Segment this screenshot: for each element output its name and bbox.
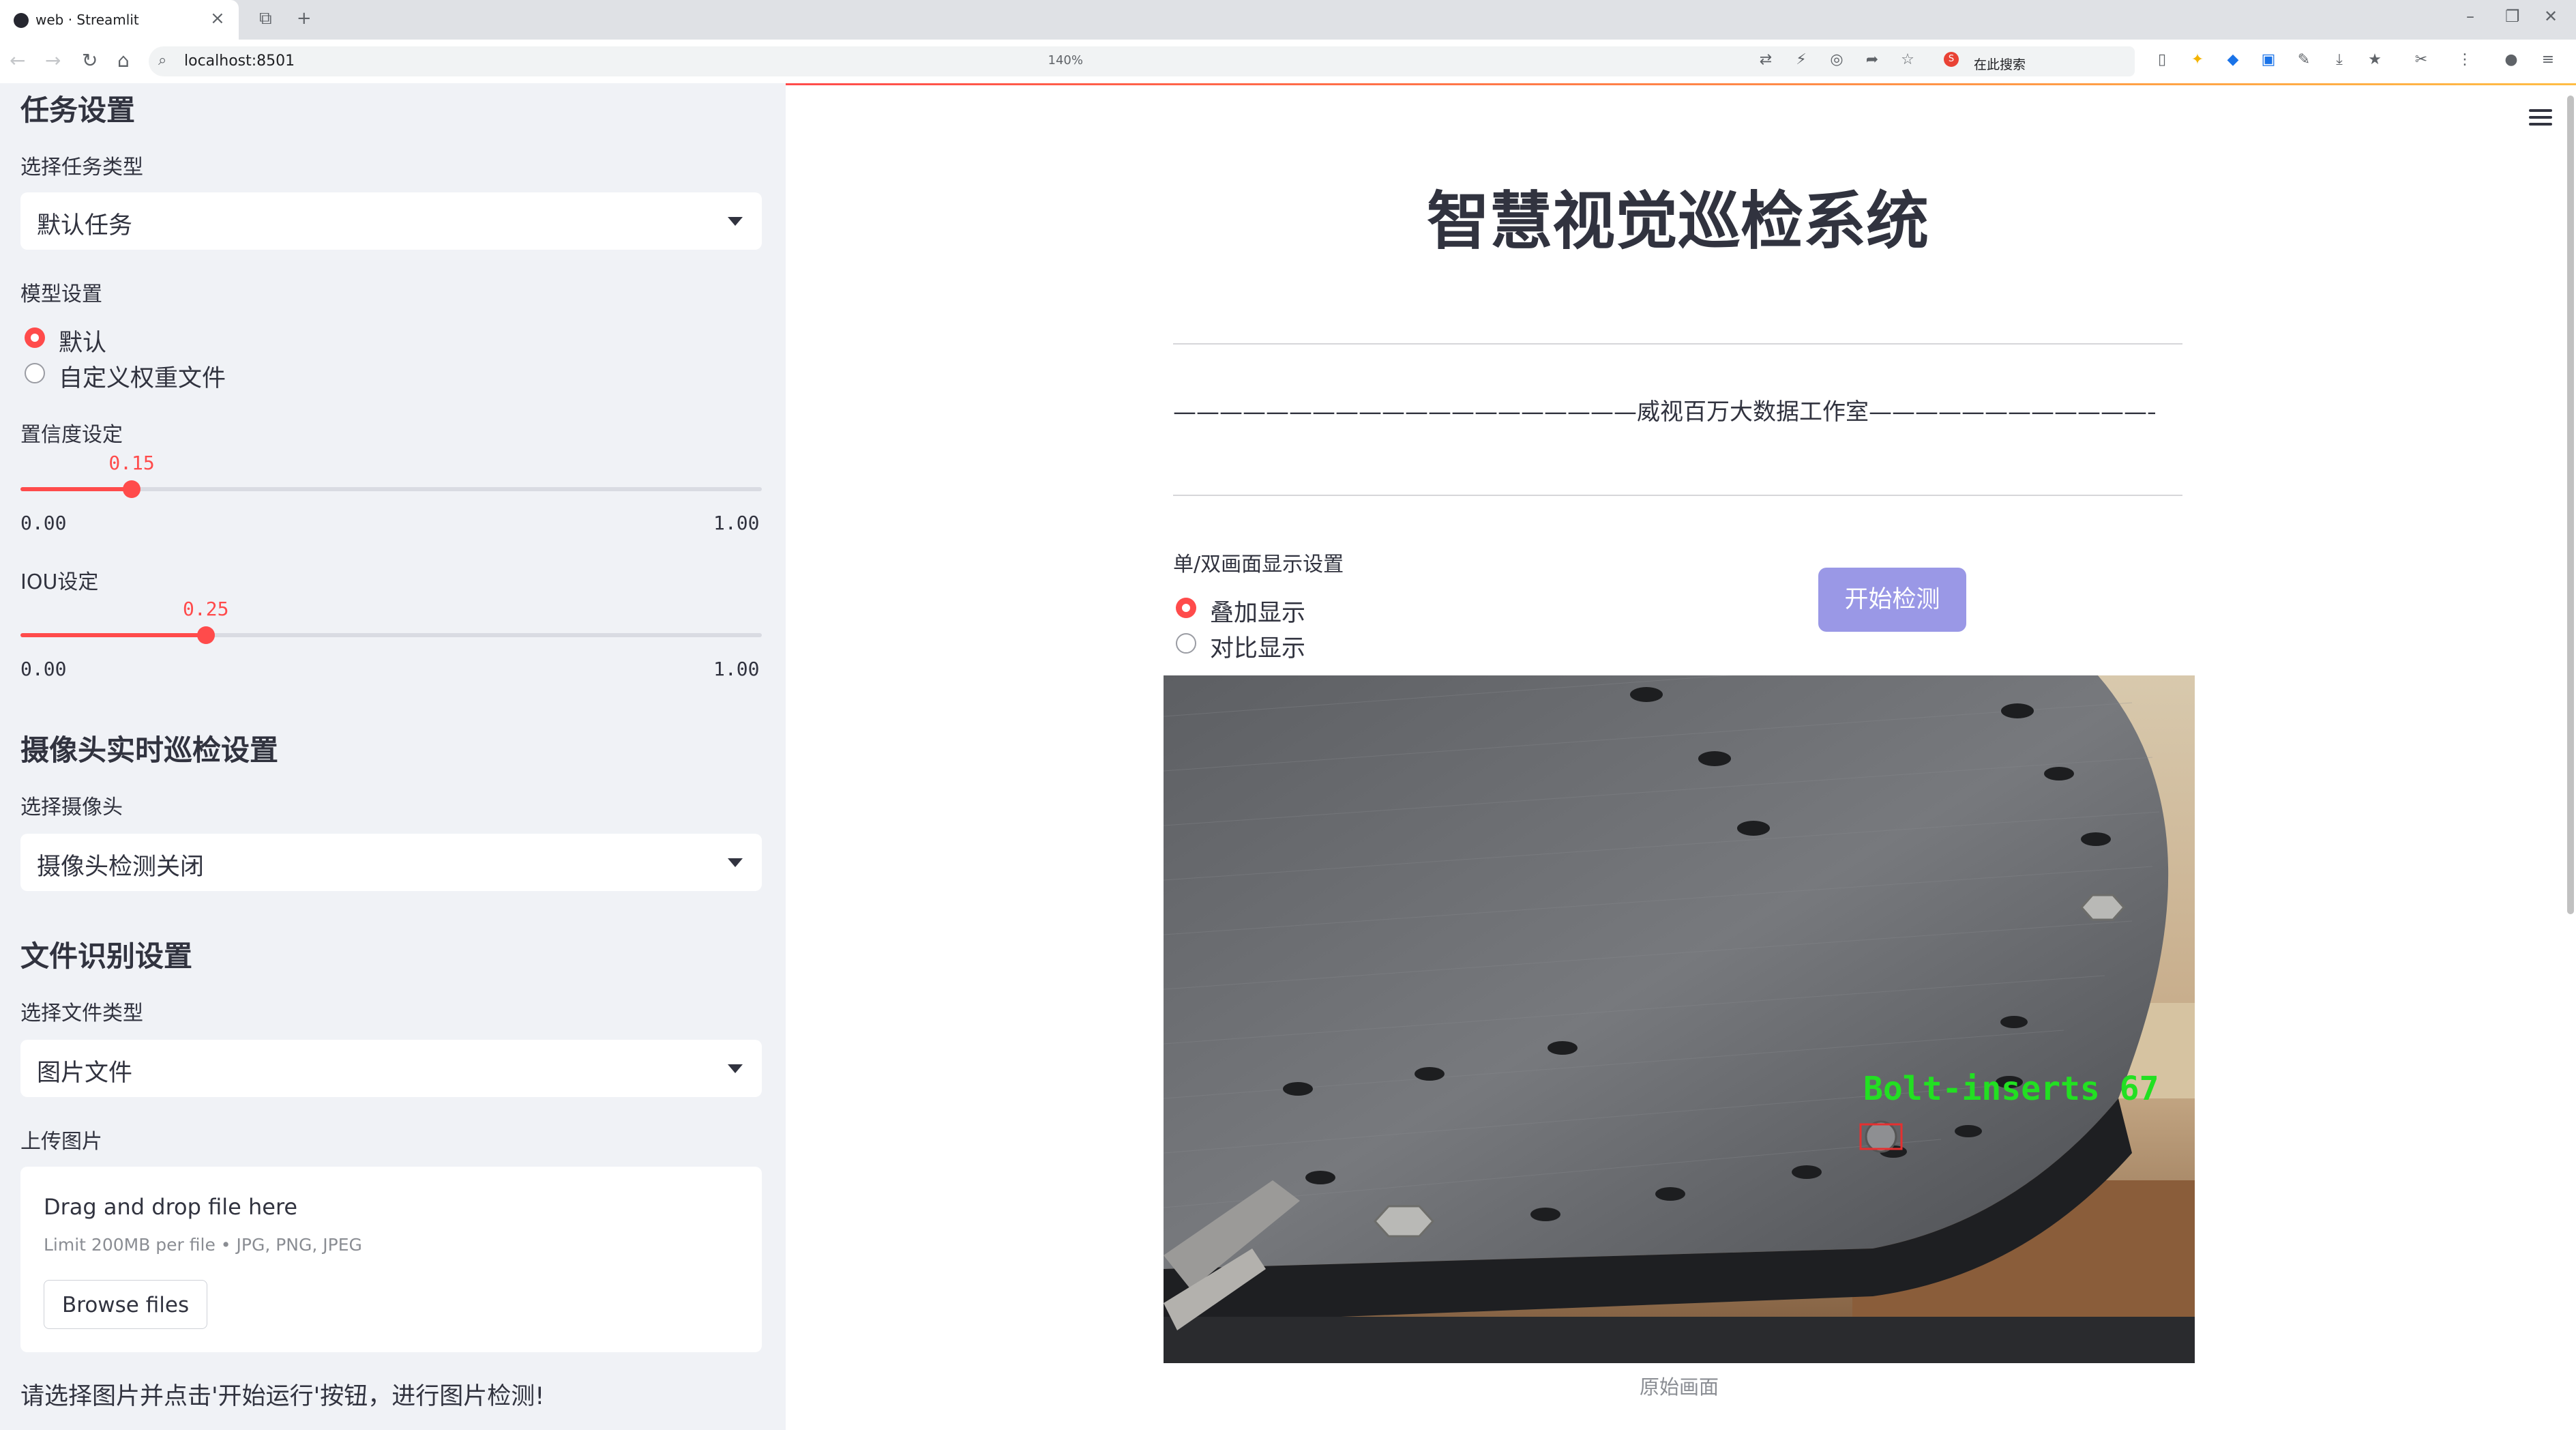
confidence-max: 1.00 — [713, 512, 760, 534]
file-type-select[interactable]: 图片文件 — [20, 1040, 762, 1097]
task-settings-heading: 任务设置 — [20, 93, 136, 127]
iou-slider[interactable]: 0.25 — [20, 598, 762, 644]
detection-label: Bolt-inserts 67 — [1863, 1070, 2159, 1108]
radio-unselected-icon — [1176, 633, 1196, 654]
forward-icon[interactable]: → — [45, 49, 61, 72]
search-engine-icon[interactable]: S — [1944, 52, 1959, 67]
tab-title: web · Streamlit — [35, 12, 139, 28]
browser-menu-icon[interactable]: ≡ — [2538, 50, 2558, 70]
browser-tabstrip: web · Streamlit × ⧉ + – ❐ ✕ — [0, 0, 2576, 40]
browser-tab[interactable]: web · Streamlit × — [0, 0, 239, 40]
home-icon[interactable]: ⌂ — [117, 49, 130, 72]
app-menu-icon[interactable] — [2529, 109, 2552, 130]
camera-settings-heading: 摄像头实时巡检设置 — [20, 733, 279, 767]
sidebar-instruction: 请选择图片并点击'开始运行'按钮，进行图片检测! — [20, 1383, 545, 1410]
confidence-min: 0.00 — [20, 512, 67, 534]
window-close-icon[interactable]: ✕ — [2544, 7, 2558, 26]
more-menu-icon[interactable]: ⋮ — [2455, 50, 2474, 70]
chevron-down-icon — [728, 1064, 743, 1073]
ai-assistant-icon[interactable]: ✦ — [2188, 50, 2207, 70]
upload-drop-text: Drag and drop file here — [44, 1194, 298, 1220]
pen-icon[interactable]: ✎ — [2294, 50, 2313, 70]
profile-avatar-icon[interactable]: ● — [2502, 50, 2521, 70]
tab-icons-group: ⧉ + — [259, 8, 312, 29]
translate-extension-icon[interactable]: ▣ — [2259, 50, 2278, 70]
tab-close-icon[interactable]: × — [210, 8, 225, 29]
restore-icon[interactable]: ❐ — [2505, 7, 2520, 26]
bookmark-star-icon[interactable]: ☆ — [1898, 50, 1917, 70]
camera-select[interactable]: 摄像头检测关闭 — [20, 834, 762, 891]
scissors-icon[interactable]: ✂ — [2412, 50, 2431, 70]
share-icon[interactable]: ➦ — [1863, 50, 1882, 70]
file-uploader-dropzone[interactable]: Drag and drop file here Limit 200MB per … — [20, 1167, 762, 1352]
lightning-icon[interactable]: ⚡ — [1792, 50, 1811, 70]
browse-files-button[interactable]: Browse files — [44, 1280, 208, 1329]
streamlit-favicon-icon — [14, 13, 29, 28]
browser-toolbar: ← → ↻ ⌂ ⌕ localhost:8501 140% ⇄ ⚡ ◎ ➦ ☆ … — [0, 40, 2576, 84]
file-settings-heading: 文件识别设置 — [20, 939, 193, 973]
tab-search-icon[interactable]: ⧉ — [259, 8, 272, 29]
page-title: 智慧视觉巡检系统 — [1426, 185, 1929, 258]
browser-search-box[interactable]: S 在此搜索 — [1937, 46, 2135, 76]
new-tab-icon[interactable]: + — [297, 8, 312, 29]
image-caption: 原始画面 — [1639, 1375, 1719, 1399]
chevron-down-icon — [728, 217, 743, 226]
phone-icon[interactable]: ▯ — [2152, 50, 2172, 70]
file-type-label: 选择文件类型 — [20, 1002, 143, 1025]
confidence-value: 0.15 — [108, 452, 155, 474]
upload-limit-text: Limit 200MB per file • JPG, PNG, JPEG — [44, 1235, 362, 1255]
file-type-value: 图片文件 — [37, 1060, 133, 1087]
radio-selected-icon — [1176, 598, 1196, 618]
display-mode-label: 单/双画面显示设置 — [1173, 553, 1344, 577]
upload-label: 上传图片 — [20, 1130, 102, 1154]
confidence-label: 置信度设定 — [20, 423, 123, 447]
camera-label: 选择摄像头 — [20, 796, 123, 819]
download-icon[interactable]: ⤓ — [2330, 50, 2349, 70]
task-type-value: 默认任务 — [37, 212, 133, 239]
divider — [1173, 343, 2182, 345]
divider — [1173, 495, 2182, 496]
confidence-slider-thumb[interactable] — [123, 480, 141, 498]
favorites-icon[interactable]: ★ — [2365, 50, 2384, 70]
camera-value: 摄像头检测关闭 — [37, 853, 205, 881]
screenshot-icon[interactable]: ◎ — [1827, 50, 1846, 70]
back-icon[interactable]: ← — [10, 49, 25, 72]
streamlit-top-decoration — [786, 83, 2576, 85]
address-url[interactable]: localhost:8501 — [184, 53, 295, 70]
detection-image: Bolt-inserts 67 — [1164, 675, 2195, 1363]
iou-label: IOU设定 — [20, 570, 99, 594]
model-label: 模型设置 — [20, 282, 102, 306]
confidence-slider-fill — [20, 487, 132, 491]
studio-line: ————————————————————威视百万大数据工作室——————————… — [1173, 398, 2155, 426]
task-type-label: 选择任务类型 — [20, 156, 143, 179]
display-option-label: 对比显示 — [1210, 635, 1306, 662]
translate-icon[interactable]: ⇄ — [1756, 50, 1775, 70]
model-option-label: 自定义权重文件 — [59, 365, 226, 392]
task-type-select[interactable]: 默认任务 — [20, 192, 762, 250]
page-info-icon[interactable]: ⌕ — [158, 52, 166, 69]
scrollbar[interactable] — [2567, 96, 2574, 914]
confidence-slider[interactable]: 0.15 — [20, 452, 762, 498]
iou-value: 0.25 — [183, 598, 229, 620]
detection-image-graphic: Bolt-inserts 67 — [1164, 675, 2195, 1363]
display-option-label: 叠加显示 — [1210, 600, 1306, 627]
minimize-icon[interactable]: – — [2466, 7, 2474, 26]
model-option-label: 默认 — [59, 330, 107, 357]
start-detection-button[interactable]: 开始检测 — [1818, 568, 1966, 632]
iou-slider-fill — [20, 633, 206, 637]
radio-selected-icon — [25, 327, 45, 348]
browser-search-placeholder[interactable]: 在此搜索 — [1974, 55, 2026, 73]
address-bar[interactable]: ⌕ localhost:8501 140% — [149, 46, 2120, 76]
iou-min: 0.00 — [20, 658, 67, 680]
radio-unselected-icon — [25, 363, 45, 383]
reload-icon[interactable]: ↻ — [82, 49, 98, 72]
chevron-down-icon — [728, 858, 743, 867]
extension-icon[interactable]: ◆ — [2223, 50, 2242, 70]
zoom-level[interactable]: 140% — [1048, 53, 1083, 68]
iou-max: 1.00 — [713, 658, 760, 680]
iou-slider-thumb[interactable] — [196, 626, 215, 644]
